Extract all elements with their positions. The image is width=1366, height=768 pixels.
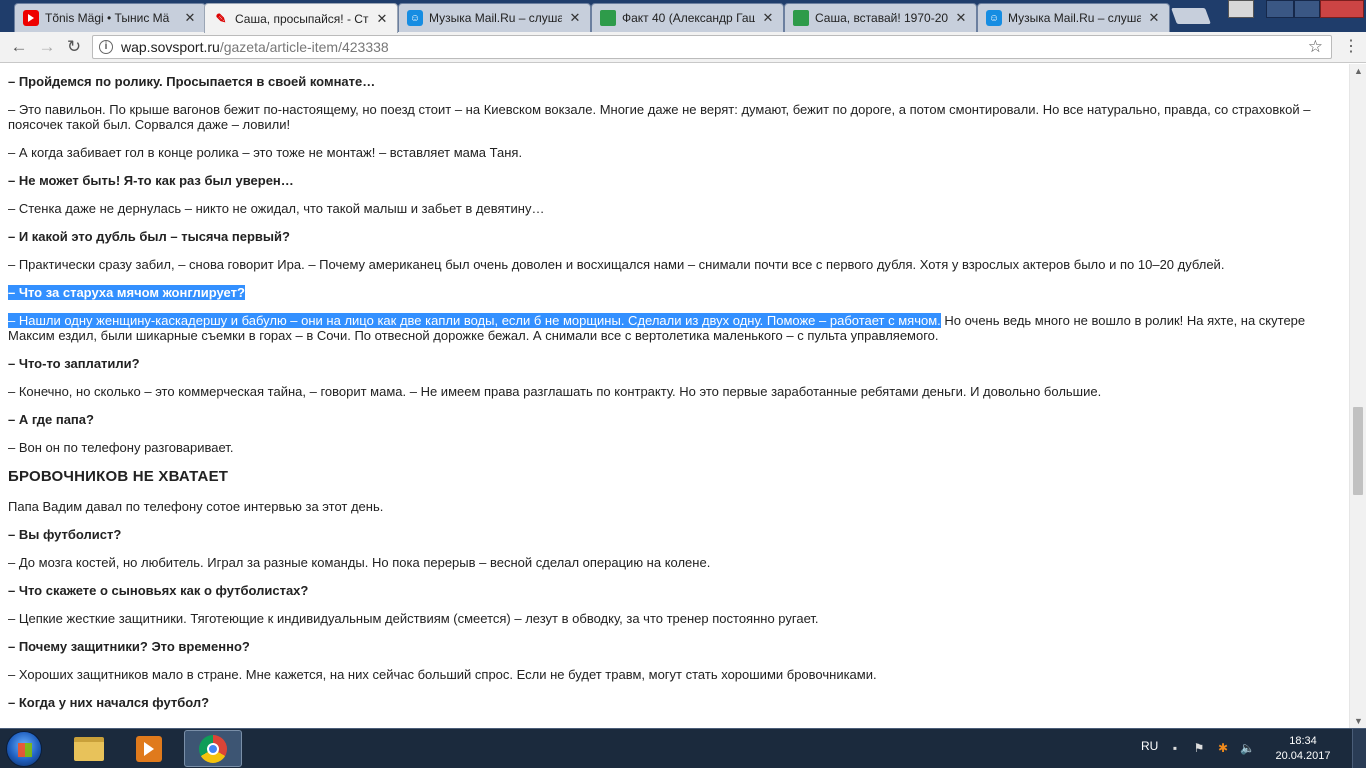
answer: – Это павильон. По крыше вагонов бежит п… <box>8 102 1311 132</box>
tab-title: Саша, вставай! 1970-201 <box>815 11 948 25</box>
tab-title: Саша, просыпайся! - Ста <box>235 11 369 26</box>
close-window-button[interactable] <box>1320 0 1364 18</box>
scroll-up-arrow-icon[interactable]: ▲ <box>1354 66 1363 76</box>
close-tab-icon[interactable]: ✕ <box>1147 10 1161 26</box>
answer: – Цепкие жесткие защитники. Тяготеющие к… <box>8 611 819 626</box>
tab-youtube[interactable]: Tõnis Mägi • Тынис Мä ✕ <box>14 3 206 32</box>
start-button[interactable] <box>6 731 42 767</box>
paragraph: Папа Вадим давал по телефону сотое интер… <box>8 499 384 514</box>
answer: – Хороших защитников мало в стране. Мне … <box>8 667 877 682</box>
question: – Когда у них начался футбол? <box>8 695 210 710</box>
answer: – Вон он по телефону разговаривает. <box>8 440 234 455</box>
scroll-thumb[interactable] <box>1353 407 1363 495</box>
clock-date: 20.04.2017 <box>1275 750 1331 762</box>
tab-mailru-music-2[interactable]: ☺ Музыка Mail.Ru – слуша ✕ <box>977 3 1170 32</box>
answer-partially-selected: – Нашли одну женщину-каскадершу и бабулю… <box>8 313 1342 343</box>
scroll-down-arrow-icon[interactable]: ▼ <box>1354 716 1363 726</box>
volume-icon[interactable]: 🔈 <box>1240 741 1255 755</box>
answer: – Стенка даже не дернулась – никто не ож… <box>8 201 545 216</box>
mailru-icon: ☺ <box>407 10 423 26</box>
media-player-icon <box>136 735 162 762</box>
sovsport-icon: ✎ <box>215 10 227 26</box>
article-body: – Пройдемся по ролику. Просыпается в сво… <box>8 74 1342 723</box>
chrome-icon <box>199 734 227 763</box>
folder-icon <box>74 736 104 761</box>
selected-text: – Нашли одну женщину-каскадершу и бабулю… <box>8 313 941 328</box>
forward-arrow-icon[interactable]: → <box>36 36 58 58</box>
question-selected: – Что за старуха мячом жонглирует? <box>8 285 1342 300</box>
minimize-button[interactable] <box>1266 0 1294 18</box>
maximize-button[interactable] <box>1294 0 1320 18</box>
reload-icon[interactable]: ↻ <box>63 36 85 58</box>
url-path: /gazeta/article-item/423338 <box>219 39 389 55</box>
vertical-scrollbar[interactable]: ▲ ▼ <box>1349 64 1366 728</box>
sheet-icon <box>793 10 809 26</box>
question: – Что-то заплатили? <box>8 356 140 371</box>
mailru-icon: ☺ <box>986 10 1002 26</box>
system-clock[interactable]: 18:34 20.04.2017 <box>1270 734 1336 764</box>
close-tab-icon[interactable]: ✕ <box>375 11 389 27</box>
clock-time: 18:34 <box>1289 735 1317 747</box>
youtube-icon <box>23 10 39 26</box>
url-host: wap.sovsport.ru <box>121 39 220 55</box>
tab-sovsport[interactable]: ✎ Саша, просыпайся! - Ста ✕ <box>204 3 398 33</box>
show-desktop-button[interactable] <box>1352 729 1366 768</box>
page-viewport: – Пройдемся по ролику. Просыпается в сво… <box>0 64 1349 728</box>
tab-title: Tõnis Mägi • Тынис Мä <box>45 11 170 25</box>
question: – Не может быть! Я-то как раз был уверен… <box>8 173 294 188</box>
tab-title: Музыка Mail.Ru – слуша <box>1008 11 1141 25</box>
user-profile-icon[interactable] <box>1228 0 1254 18</box>
tab-title: Музыка Mail.Ru – слуша <box>429 11 562 25</box>
address-bar[interactable]: i wap.sovsport.ru/gazeta/article-item/42… <box>92 35 1332 59</box>
url-text: wap.sovsport.ru/gazeta/article-item/4233… <box>121 36 389 58</box>
close-tab-icon[interactable]: ✕ <box>954 10 968 26</box>
network-icon[interactable]: ▪ <box>1168 741 1182 755</box>
answer: – Практически сразу забил, – снова говор… <box>8 257 1225 272</box>
flag-icon[interactable]: ⚑ <box>1192 741 1206 755</box>
question: – А где папа? <box>8 412 94 427</box>
question: – Вы футболист? <box>8 527 122 542</box>
tab-mailru-music[interactable]: ☺ Музыка Mail.Ru – слуша ✕ <box>398 3 591 32</box>
browser-toolbar: ← → ↻ i wap.sovsport.ru/gazeta/article-i… <box>0 32 1366 63</box>
menu-icon[interactable]: ⋮ <box>1343 37 1359 57</box>
answer: – Конечно, но сколько – это коммерческая… <box>8 384 1102 399</box>
question: – Пройдемся по ролику. Просыпается в сво… <box>8 74 376 89</box>
chrome-taskbar-button[interactable] <box>184 730 242 767</box>
tab-title: Факт 40 (Александр Гаш <box>622 11 755 25</box>
close-tab-icon[interactable]: ✕ <box>183 10 197 26</box>
language-indicator[interactable]: RU <box>1141 739 1158 753</box>
back-arrow-icon[interactable]: ← <box>8 36 30 58</box>
sheet-icon <box>600 10 616 26</box>
close-tab-icon[interactable]: ✕ <box>761 10 775 26</box>
windows-taskbar: RU ▪ ⚑ ✱ 🔈 18:34 20.04.2017 <box>0 728 1366 768</box>
close-tab-icon[interactable]: ✕ <box>568 10 582 26</box>
tab-strip: Tõnis Mägi • Тынис Мä ✕ ✎ Саша, просыпай… <box>0 0 1366 33</box>
question: – Что скажете о сыновьях как о футболист… <box>8 583 309 598</box>
media-player-taskbar-button[interactable] <box>120 730 178 767</box>
question: – Почему защитники? Это временно? <box>8 639 250 654</box>
info-icon[interactable]: i <box>99 40 113 54</box>
tab-fact-40[interactable]: Факт 40 (Александр Гаш ✕ <box>591 3 784 32</box>
section-heading: БРОВОЧНИКОВ НЕ ХВАТАЕТ <box>8 468 229 485</box>
answer: – До мозга костей, но любитель. Играл за… <box>8 555 711 570</box>
new-tab-button[interactable] <box>1171 8 1211 24</box>
question: – И какой это дубль был – тысяча первый? <box>8 229 290 244</box>
avast-icon[interactable]: ✱ <box>1216 741 1230 755</box>
selected-text: – Что за старуха мячом жонглирует? <box>8 285 245 300</box>
answer: – А когда забивает гол в конце ролика – … <box>8 145 523 160</box>
explorer-taskbar-button[interactable] <box>60 730 118 767</box>
tab-sasha-vstavai[interactable]: Саша, вставай! 1970-201 ✕ <box>784 3 977 32</box>
bookmark-star-icon[interactable]: ☆ <box>1308 36 1323 58</box>
